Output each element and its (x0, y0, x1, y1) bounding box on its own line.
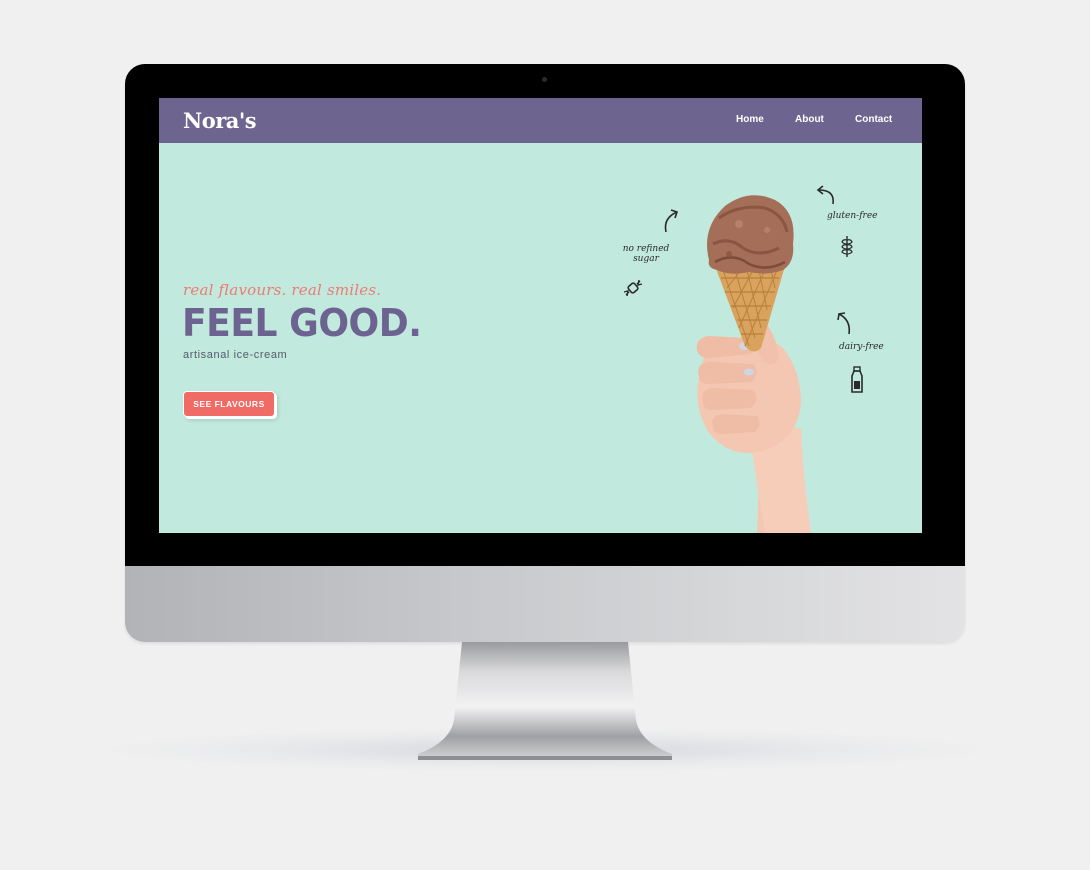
curved-arrow-icon (816, 185, 835, 205)
no-refined-sugar-label: no refined sugar (622, 244, 670, 264)
website-screen: Nora's Home About Contact real flavours.… (159, 98, 922, 533)
gluten-free-label: gluten-free (827, 211, 878, 221)
see-flavours-button[interactable]: SEE FLAVOURS (183, 391, 275, 417)
candy-icon (623, 279, 643, 297)
wheat-icon (841, 236, 853, 257)
nav-contact-link[interactable]: Contact (855, 114, 892, 125)
dairy-free-label: dairy-free (839, 342, 884, 352)
monitor-stand (418, 642, 672, 760)
ice-cream-cone-image (696, 195, 811, 533)
hero-subline: artisanal ice-cream (183, 349, 288, 361)
nav-about-link[interactable]: About (795, 114, 824, 125)
site-logo[interactable]: Nora's (183, 108, 257, 133)
hero-tagline: real flavours. real smiles. (183, 281, 382, 299)
hero-headline: FEEL GOOD. (182, 301, 422, 345)
curved-arrow-icon (837, 312, 851, 335)
milk-bottle-icon (851, 366, 863, 393)
navbar: Nora's Home About Contact (159, 98, 922, 143)
curved-arrow-icon (664, 209, 679, 233)
product-mockup: Nora's Home About Contact real flavours.… (0, 0, 1090, 870)
nav-home-link[interactable]: Home (736, 114, 764, 125)
camera-icon (542, 77, 547, 82)
